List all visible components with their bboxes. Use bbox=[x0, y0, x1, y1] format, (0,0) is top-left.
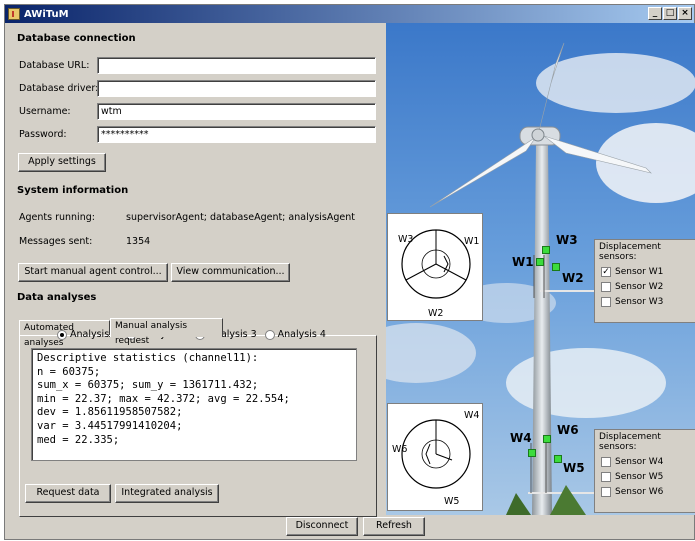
output-line: med = 22.335; bbox=[37, 433, 120, 446]
checkbox-icon bbox=[601, 487, 611, 497]
messages-label: Messages sent: bbox=[19, 236, 93, 247]
database-url-field[interactable] bbox=[97, 57, 376, 74]
upper-sensor-header: Displacement sensors: bbox=[599, 242, 661, 262]
disconnect-button[interactable]: Disconnect bbox=[286, 517, 358, 536]
sensor-marker-w1[interactable] bbox=[536, 258, 544, 266]
radio-analysis-4[interactable]: Analysis 4 bbox=[264, 329, 326, 340]
tower-label-w5: W5 bbox=[563, 461, 585, 475]
radio-analysis-4-label: Analysis 4 bbox=[277, 329, 326, 340]
username-field[interactable]: wtm bbox=[97, 103, 376, 120]
integrated-analysis-button[interactable]: Integrated analysis bbox=[115, 484, 219, 503]
analyses-section-title: Data analyses bbox=[17, 292, 97, 303]
checkbox-sensor-w2[interactable]: Sensor W2 bbox=[601, 282, 691, 292]
sensor-marker-w4[interactable] bbox=[528, 449, 536, 457]
checkbox-icon bbox=[601, 282, 611, 292]
output-line: n = 60375; bbox=[37, 365, 101, 378]
sensor-w5-label: Sensor W5 bbox=[615, 472, 664, 482]
radio-indicator bbox=[264, 329, 275, 340]
upper-cross-section-diagram bbox=[401, 229, 471, 299]
sensor-w4-label: Sensor W4 bbox=[615, 457, 664, 467]
lower-sensor-panel: Displacement sensors: Sensor W4 Sensor W… bbox=[594, 429, 695, 513]
view-communication-button[interactable]: View communication... bbox=[171, 263, 290, 282]
upper-sensor-diagram: W3 W1 W2 bbox=[387, 213, 483, 321]
diagram-label-w5: W5 bbox=[444, 496, 460, 507]
checkbox-sensor-w4[interactable]: Sensor W4 bbox=[601, 457, 691, 467]
system-section-title: System information bbox=[17, 185, 129, 196]
sensor-w3-label: Sensor W3 bbox=[615, 297, 664, 307]
checkbox-sensor-w1[interactable]: ✓ Sensor W1 bbox=[601, 267, 691, 277]
maximize-button[interactable]: □ bbox=[663, 7, 677, 20]
output-line: var = 3.44517991410204; bbox=[37, 419, 183, 432]
title-bar[interactable]: AWiTuM _ □ × bbox=[5, 5, 694, 23]
sensor-marker-w6[interactable] bbox=[543, 435, 551, 443]
database-driver-label: Database driver: bbox=[19, 83, 99, 94]
window-title: AWiTuM bbox=[24, 8, 69, 20]
checkbox-checked-icon: ✓ bbox=[601, 267, 611, 277]
refresh-button[interactable]: Refresh bbox=[363, 517, 425, 536]
lower-sensor-header: Displacement sensors: bbox=[599, 432, 661, 452]
database-section-title: Database connection bbox=[17, 33, 136, 44]
output-line: dev = 1.85611958507582; bbox=[37, 406, 183, 419]
tower-label-w2: W2 bbox=[562, 271, 584, 285]
database-driver-field[interactable] bbox=[97, 80, 376, 97]
app-window: AWiTuM _ □ × Database connection Databas… bbox=[4, 4, 695, 540]
bottom-button-bar: Disconnect Refresh bbox=[5, 515, 695, 541]
checkbox-sensor-w3[interactable]: Sensor W3 bbox=[601, 297, 691, 307]
radio-selected-indicator bbox=[57, 329, 67, 340]
password-field[interactable]: ********** bbox=[97, 126, 376, 143]
checkbox-icon bbox=[601, 457, 611, 467]
output-line: Descriptive statistics (channel11): bbox=[37, 352, 259, 364]
tower-label-w1: W1 bbox=[512, 255, 534, 269]
diagram-label-w6: W6 bbox=[392, 444, 408, 455]
output-line: min = 22.37; max = 42.372; avg = 22.554; bbox=[37, 392, 290, 405]
checkbox-icon bbox=[601, 297, 611, 307]
diagram-label-w4: W4 bbox=[464, 410, 480, 421]
tower-label-w4: W4 bbox=[510, 431, 532, 445]
output-line: sum_x = 60375; sum_y = 1361711.432; bbox=[37, 379, 259, 392]
lower-sensor-diagram: W4 W6 W5 bbox=[387, 403, 483, 511]
agents-value: supervisorAgent; databaseAgent; analysis… bbox=[126, 212, 355, 223]
wind-turbine-photo: W3 W1 W2 W4 W6 W5 W3 W1 W2 W6 W4 W5 Disp… bbox=[386, 23, 695, 515]
checkbox-sensor-w5[interactable]: Sensor W5 bbox=[601, 472, 691, 482]
upper-sensor-panel: Displacement sensors: ✓ Sensor W1 Sensor … bbox=[594, 239, 695, 323]
username-label: Username: bbox=[19, 106, 71, 117]
diagram-label-w3: W3 bbox=[398, 234, 414, 245]
java-app-icon bbox=[8, 8, 20, 20]
sensor-marker-w3[interactable] bbox=[542, 246, 550, 254]
start-agent-control-button[interactable]: Start manual agent control... bbox=[18, 263, 168, 282]
sensor-marker-w5[interactable] bbox=[554, 455, 562, 463]
minimize-button[interactable]: _ bbox=[648, 7, 662, 20]
checkbox-sensor-w6[interactable]: Sensor W6 bbox=[601, 487, 691, 497]
tower-label-w6: W6 bbox=[557, 423, 579, 437]
sensor-w6-label: Sensor W6 bbox=[615, 487, 664, 497]
apply-settings-button[interactable]: Apply settings bbox=[18, 153, 106, 172]
analysis-output-textarea[interactable]: Descriptive statistics (channel11): n = 6… bbox=[31, 348, 357, 461]
sensor-w2-label: Sensor W2 bbox=[615, 282, 664, 292]
messages-value: 1354 bbox=[126, 236, 151, 247]
tab-manual-analysis-request[interactable]: Manual analysis request bbox=[110, 318, 223, 346]
request-data-button[interactable]: Request data bbox=[25, 484, 111, 503]
database-url-label: Database URL: bbox=[19, 60, 90, 71]
password-label: Password: bbox=[19, 129, 67, 140]
sensor-marker-w2[interactable] bbox=[552, 263, 560, 271]
checkbox-icon bbox=[601, 472, 611, 482]
diagram-label-w2: W2 bbox=[428, 308, 444, 319]
sensor-w1-label: Sensor W1 bbox=[615, 267, 664, 277]
agents-label: Agents running: bbox=[19, 212, 95, 223]
diagram-label-w1: W1 bbox=[464, 236, 480, 247]
close-button[interactable]: × bbox=[678, 7, 692, 20]
tower-label-w3: W3 bbox=[556, 233, 578, 247]
